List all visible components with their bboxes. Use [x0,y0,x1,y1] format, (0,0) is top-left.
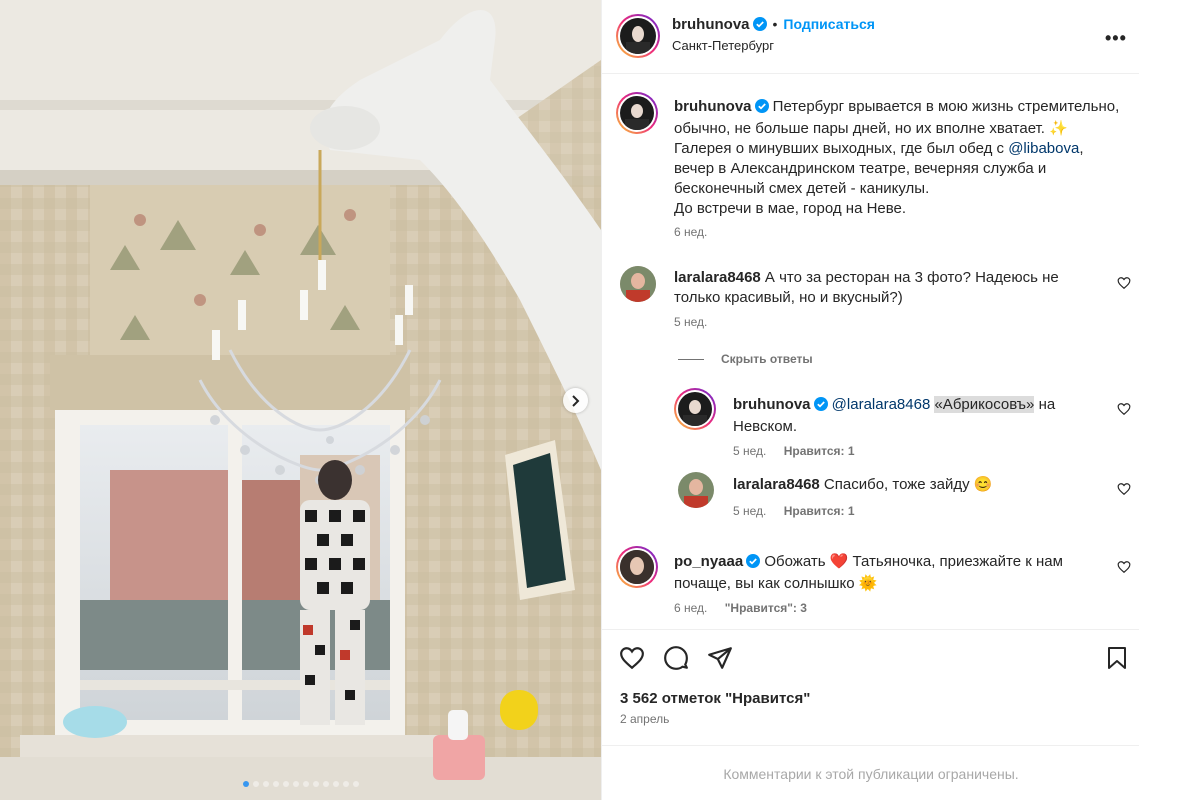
location-link[interactable]: Санкт-Петербург [672,38,774,53]
commenter-avatar[interactable] [620,266,656,302]
reply-username[interactable]: laralara8468 [733,476,820,493]
replies-divider [678,359,704,360]
carousel-dot [342,781,349,787]
comments-limited-text: Комментарии к этой публикации ограничены… [723,765,1019,782]
reply-avatar-ring[interactable] [674,388,716,430]
reply-time[interactable]: 5 нед. [733,504,766,518]
photo-illustration [0,0,601,800]
post-panel: bruhunova • Подписаться Санкт-Петербург ••… [601,0,1140,800]
carousel-dot [312,781,319,787]
comment-username[interactable]: laralara8468 [674,269,761,286]
verified-icon [746,554,761,574]
action-bar [602,629,1140,685]
more-options-icon[interactable]: ••• [1105,28,1127,49]
comment-1: laralara8468 А что за ресторан на 3 фото… [674,268,1094,308]
comment-3: po_nyaaa Обожать ❤️ Татьяночка, приезжай… [674,552,1094,594]
reply-2: laralara8468 Спасибо, тоже зайду 😊 [733,475,1093,495]
reply-username[interactable]: bruhunova [733,396,811,413]
caption-time[interactable]: 6 нед. [674,225,707,239]
post-date[interactable]: 2 апрель [620,712,669,726]
caption-text: bruhunova Петербург врывается в мою жизн… [674,97,1126,219]
verified-icon [813,397,828,417]
commenter-avatar-ring[interactable] [616,546,658,588]
comment-meta: 6 нед. "Нравится": 3 [674,601,807,615]
likes-count[interactable]: 3 562 отметок "Нравится" [620,690,810,707]
avatar [620,550,654,584]
comment-time[interactable]: 5 нед. [674,315,707,329]
like-comment-heart-icon[interactable] [1117,276,1131,290]
verified-icon [754,99,769,119]
page-margin [1139,0,1200,800]
mention-link[interactable]: @libabova [1008,140,1079,157]
carousel-dot [322,781,329,787]
comment-likes[interactable]: "Нравится": 3 [725,601,807,615]
like-reply-heart-icon[interactable] [1117,482,1131,496]
highlighted-text: «Абрикосовъ» [934,396,1035,413]
post-photo[interactable] [0,0,601,800]
carousel-dots [0,781,601,787]
follow-button[interactable]: Подписаться [783,16,875,32]
header-username[interactable]: bruhunova [672,16,750,33]
like-comment-heart-icon[interactable] [1117,560,1131,574]
avatar [620,18,656,54]
carousel-dot [252,781,259,787]
like-reply-heart-icon[interactable] [1117,402,1131,416]
carousel-dot [272,781,279,787]
carousel-dot [302,781,309,787]
reply-time[interactable]: 5 нед. [733,444,766,458]
next-photo-button[interactable] [563,388,588,413]
caption-last-line: До встречи в мае, город на Неве. [674,200,907,217]
like-heart-icon[interactable] [619,645,645,671]
share-send-icon[interactable] [707,645,733,671]
reply-likes[interactable]: Нравится: 1 [784,444,855,458]
story-ring[interactable] [616,14,660,58]
carousel-dot [332,781,339,787]
reply-likes[interactable]: Нравится: 1 [784,504,855,518]
reply-mention-link[interactable]: @laralara8468 [832,396,931,413]
reply-1: bruhunova @laralara8468 «Абрикосовъ» на … [733,395,1093,437]
comment-username[interactable]: po_nyaaa [674,553,743,570]
comment-time[interactable]: 6 нед. [674,601,707,615]
comment-bubble-icon[interactable] [663,645,689,671]
carousel-dot [352,781,359,787]
reply-meta: 5 нед. Нравится: 1 [733,504,855,518]
carousel-dot [242,781,249,787]
carousel-dot [262,781,269,787]
caption-username[interactable]: bruhunova [674,98,752,115]
verified-icon [752,17,767,36]
avatar [678,392,712,426]
carousel-dot [282,781,289,787]
header-separator: • [772,16,778,32]
post-header: bruhunova • Подписаться Санкт-Петербург ••… [602,0,1140,74]
reply-meta: 5 нед. Нравится: 1 [733,444,855,458]
save-bookmark-icon[interactable] [1105,645,1129,671]
reply-text: Спасибо, тоже зайду 😊 [823,476,993,493]
carousel-dot [292,781,299,787]
hide-replies-button[interactable]: Скрыть ответы [721,352,813,366]
caption-avatar-ring[interactable] [616,92,658,134]
avatar [620,96,654,130]
reply-avatar[interactable] [678,472,714,508]
chevron-right-icon [571,394,579,407]
comments-limited-notice: Комментарии к этой публикации ограничены… [602,745,1140,801]
